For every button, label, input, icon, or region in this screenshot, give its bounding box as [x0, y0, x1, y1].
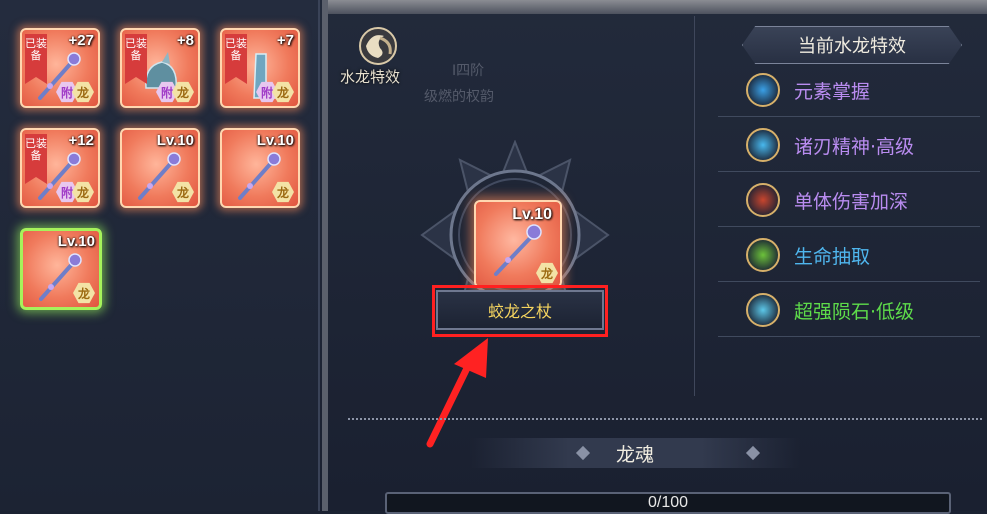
window-frame-top: [322, 0, 987, 14]
inventory-panel: +27 已装备附龙 +8 已装备附龙 +7 已装备附龙 +12 已装备附龙 Lv.10 龙 Lv.1…: [0, 0, 320, 511]
dragon-soul-progress-text: 0/100: [647, 494, 689, 511]
red-arrow-annotation: [426, 338, 488, 448]
item-level: +7: [276, 32, 294, 49]
item-level: +8: [176, 32, 194, 49]
inventory-slot[interactable]: Lv.10 龙: [220, 128, 300, 208]
featured-item-card[interactable]: Lv.10 龙: [474, 200, 562, 288]
meteor-icon: [746, 293, 780, 327]
effect-row[interactable]: 诸刃精神·高级: [718, 119, 980, 172]
effects-header: 当前水龙特效: [742, 26, 962, 64]
inventory-slot[interactable]: Lv.10 龙: [20, 228, 102, 310]
highlight-box: [432, 285, 608, 337]
effect-label: 超强陨石·低级: [794, 300, 915, 323]
equipped-banner: 已装备: [125, 34, 147, 84]
equipped-banner: 已装备: [25, 34, 47, 84]
emblem-title: 水龙特效: [340, 68, 401, 86]
inventory-slot[interactable]: +7 已装备附龙: [220, 28, 300, 108]
window-frame-divider: [322, 0, 328, 511]
inventory-slot[interactable]: +12 已装备附龙: [20, 128, 100, 208]
effects-header-label: 当前水龙特效: [798, 36, 906, 57]
dotted-divider: [348, 418, 982, 420]
background-ghost-text: I四阶: [452, 63, 485, 79]
inventory-slot[interactable]: Lv.10 龙: [120, 128, 200, 208]
background-ghost-text: 级燃的权韵: [424, 89, 494, 105]
item-level: Lv.10: [156, 132, 194, 149]
effect-label: 诸刃精神·高级: [794, 135, 915, 158]
water-dragon-emblem-icon: [359, 27, 397, 65]
inventory-slot[interactable]: +8 已装备附龙: [120, 28, 200, 108]
item-level: Lv.10: [256, 132, 294, 149]
effect-label: 生命抽取: [794, 245, 871, 268]
effect-label: 元素掌握: [794, 80, 871, 103]
item-level: +27: [68, 32, 94, 49]
effect-row[interactable]: 单体伤害加深: [718, 174, 980, 227]
effect-row[interactable]: 元素掌握: [718, 64, 980, 117]
effect-label: 单体伤害加深: [794, 190, 909, 213]
panel-divider: [694, 16, 695, 396]
inventory-slot[interactable]: +27 已装备附龙: [20, 28, 100, 108]
equipped-banner: 已装备: [225, 34, 247, 84]
featured-item-level: Lv.10: [512, 206, 552, 223]
blade-spirit-icon: [746, 128, 780, 162]
effect-row[interactable]: 生命抽取: [718, 229, 980, 282]
single-target-icon: [746, 183, 780, 217]
life-drain-icon: [746, 238, 780, 272]
game-screen: +27 已装备附龙 +8 已装备附龙 +7 已装备附龙 +12 已装备附龙 Lv.10 龙 Lv.1…: [0, 0, 987, 514]
item-level: +12: [68, 132, 94, 149]
effect-row[interactable]: 超强陨石·低级: [718, 284, 980, 337]
item-level: Lv.10: [57, 233, 95, 250]
dragon-soul-label: 龙魂: [615, 443, 654, 466]
equipped-banner: 已装备: [25, 134, 47, 184]
element-mastery-icon: [746, 73, 780, 107]
